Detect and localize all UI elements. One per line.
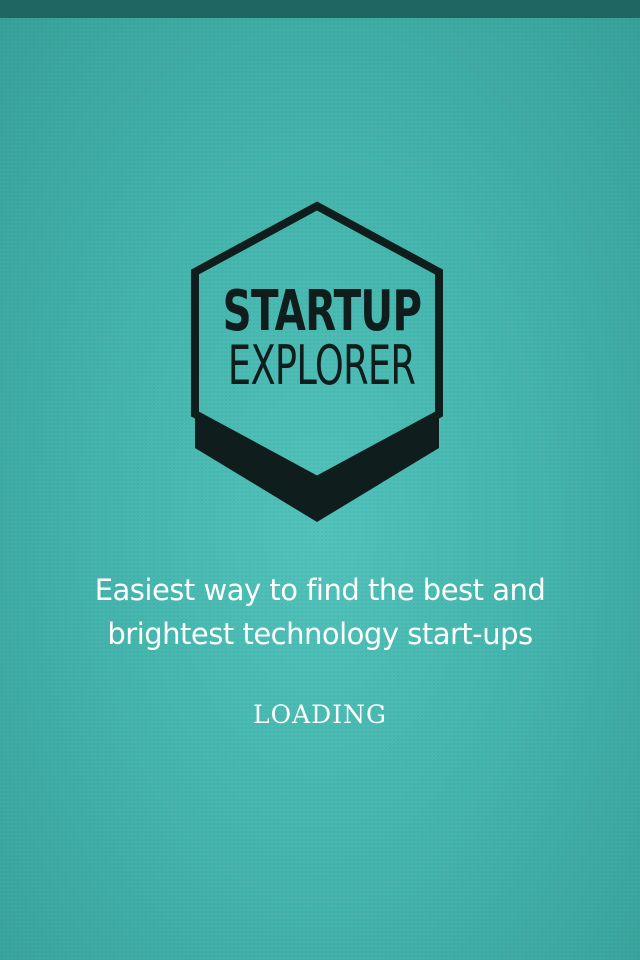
tagline: Easiest way to find the best and brighte…: [40, 568, 600, 656]
logo-text-startup: STARTUP: [222, 279, 422, 344]
tagline-line-1: Easiest way to find the best and: [94, 573, 546, 607]
app-logo: STARTUP EXPLORER: [186, 200, 448, 526]
tagline-line-2: brightest technology start-ups: [107, 617, 533, 651]
logo-text-explorer: EXPLORER: [227, 334, 416, 397]
loading-label: LOADING: [253, 700, 387, 729]
status-bar: [0, 0, 640, 18]
